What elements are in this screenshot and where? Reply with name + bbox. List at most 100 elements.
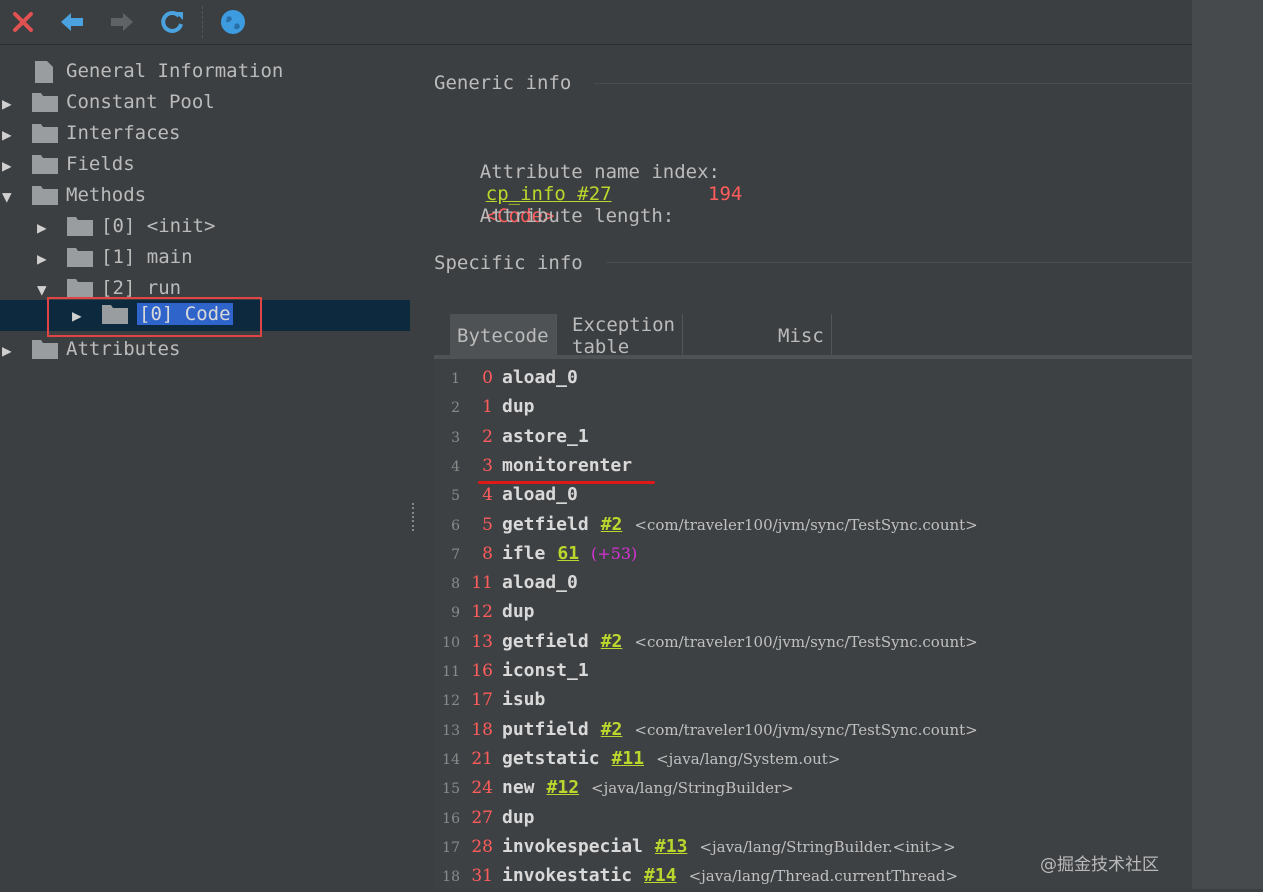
line-number: 10 <box>442 634 460 651</box>
close-button[interactable] <box>7 6 39 38</box>
operand-link[interactable]: #14 <box>644 865 677 886</box>
annotation-underline <box>478 481 655 484</box>
operand-link[interactable]: 61 <box>557 543 579 564</box>
globe-icon <box>221 10 245 34</box>
detail-panel: Generic info Attribute name index: cp_in… <box>410 52 1192 889</box>
jump-offset: (+53) <box>591 543 638 563</box>
line-number: 8 <box>451 576 460 593</box>
line-number: 6 <box>451 517 460 534</box>
operand-link[interactable]: #2 <box>601 514 623 535</box>
operand-comment: <java/lang/StringBuilder> <box>591 779 794 798</box>
opcode-mnemonic: dup <box>502 806 535 828</box>
file-icon <box>35 61 53 83</box>
opcode-mnemonic: iconst_1 <box>502 660 589 681</box>
bytecode-instruction: getfield #2 <com/traveler100/jvm/sync/Test… <box>502 514 978 535</box>
bytecode-instruction: iconst_1 <box>502 660 589 681</box>
expand-arrow-icon[interactable]: ▶ <box>2 94 12 113</box>
operand-link[interactable]: #2 <box>601 719 623 740</box>
bytecode-line: 10 13 getfield #2 <com/traveler100/jvm/sync/… <box>434 629 1192 658</box>
line-number: 14 <box>442 751 460 768</box>
bytecode-instruction: dup <box>502 601 535 622</box>
operand-link[interactable]: #2 <box>601 631 623 652</box>
bytecode-offset: 21 <box>471 748 493 769</box>
bytecode-offset: 16 <box>471 661 493 681</box>
tree-item-label: [2] run <box>101 277 182 299</box>
operand-comment: <java/lang/Thread.currentThread> <box>688 867 959 886</box>
operand-link[interactable]: #13 <box>655 836 688 857</box>
tab-misc[interactable]: Misc <box>771 314 832 358</box>
refresh-button[interactable] <box>156 6 188 38</box>
bytecode-listing: 1 0 aload_0 2 1 dup 3 2 astore_1 4 3 monitorenter 5 4… <box>434 359 1192 889</box>
line-number: 5 <box>451 488 460 505</box>
bytecode-offset: 17 <box>471 690 493 711</box>
section-divider <box>606 262 1192 263</box>
bytecode-instruction: getfield #2 <com/traveler100/jvm/sync/Test… <box>502 631 978 652</box>
opcode-mnemonic: getfield <box>502 630 589 652</box>
tree-item-label: Constant Pool <box>66 91 215 113</box>
line-number: 11 <box>442 664 460 680</box>
folder-icon <box>67 279 93 298</box>
expand-arrow-icon[interactable]: ▶ <box>2 125 12 144</box>
back-button[interactable] <box>56 6 88 38</box>
operand-link[interactable]: #11 <box>612 748 645 769</box>
bytecode-line: 5 4 aload_0 <box>434 482 1192 511</box>
expand-arrow-icon[interactable]: ▶ <box>37 218 47 237</box>
tab-bytecode[interactable]: Bytecode <box>450 314 557 358</box>
attribute-length-row: Attribute length: <box>434 183 674 249</box>
opcode-mnemonic: dup <box>502 601 535 623</box>
bytecode-instruction: new #12 <java/lang/StringBuilder> <box>502 777 794 798</box>
bytecode-instruction: invokestatic #14 <java/lang/Thread.current… <box>502 865 958 886</box>
bytecode-offset: 3 <box>482 455 493 476</box>
line-number: 12 <box>442 693 460 710</box>
bytecode-instruction: aload_0 <box>502 572 578 593</box>
tree-item-constant-pool[interactable]: ▶ Constant Pool <box>0 87 410 118</box>
browser-button[interactable] <box>217 6 249 38</box>
close-icon <box>13 12 33 32</box>
folder-icon <box>67 248 93 267</box>
expand-arrow-icon[interactable]: ▶ <box>2 341 12 360</box>
bytecode-line: 16 27 dup <box>434 805 1192 834</box>
folder-icon <box>32 124 58 143</box>
tree-item-general-information[interactable]: General Information <box>0 56 410 87</box>
tree-item-interfaces[interactable]: ▶ Interfaces <box>0 118 410 149</box>
tree-item-label: Attributes <box>66 338 181 360</box>
bytecode-line: 9 12 dup <box>434 599 1192 628</box>
bytecode-line: 14 21 getstatic #11 <java/lang/System.out> <box>434 746 1192 775</box>
tree-item-label: Fields <box>66 153 135 175</box>
tree-item-method-main[interactable]: ▶ [1] main <box>0 242 410 273</box>
bytecode-offset: 12 <box>471 602 493 623</box>
bytecode-offset: 24 <box>471 778 493 799</box>
tree-item-fields[interactable]: ▶ Fields <box>0 149 410 180</box>
tree-item-method-init[interactable]: ▶ [0] <init> <box>0 211 410 242</box>
opcode-mnemonic: invokespecial <box>502 835 643 857</box>
tree-item-label: [1] main <box>101 246 193 268</box>
bytecode-line: 7 8 ifle 61 (+53) <box>434 541 1192 570</box>
bytecode-instruction: aload_0 <box>502 367 578 388</box>
bytecode-offset: 5 <box>482 514 493 535</box>
opcode-mnemonic: invokestatic <box>502 865 633 887</box>
line-number: 3 <box>451 429 460 446</box>
bytecode-offset: 27 <box>471 807 493 828</box>
bytecode-instruction: putfield #2 <com/traveler100/jvm/sync/Test… <box>502 719 978 740</box>
forward-button[interactable] <box>106 6 138 38</box>
folder-icon <box>32 93 58 112</box>
operand-link[interactable]: #12 <box>547 777 580 798</box>
tab-exception-table[interactable]: Exception table <box>565 314 683 358</box>
expand-arrow-icon[interactable]: ▶ <box>2 156 12 175</box>
bytecode-instruction: ifle 61 (+53) <box>502 543 637 564</box>
highlight-box <box>47 297 262 337</box>
collapse-arrow-icon[interactable]: ▼ <box>37 280 47 299</box>
opcode-mnemonic: getfield <box>502 513 589 535</box>
bytecode-offset: 28 <box>471 836 493 857</box>
attribute-name-index-label: Attribute name index: <box>479 161 720 183</box>
expand-arrow-icon[interactable]: ▶ <box>37 249 47 268</box>
collapse-arrow-icon[interactable]: ▼ <box>2 187 12 206</box>
bytecode-line: 11 16 iconst_1 <box>434 658 1192 687</box>
tree-item-methods[interactable]: ▼ Methods <box>0 180 410 211</box>
tree-item-attributes[interactable]: ▶ Attributes <box>0 334 410 365</box>
folder-icon <box>67 217 93 236</box>
line-number: 17 <box>442 839 460 856</box>
operand-comment: <java/lang/StringBuilder.<init>> <box>699 837 956 856</box>
arrow-right-icon <box>111 13 133 31</box>
window-edge <box>1192 0 1263 889</box>
